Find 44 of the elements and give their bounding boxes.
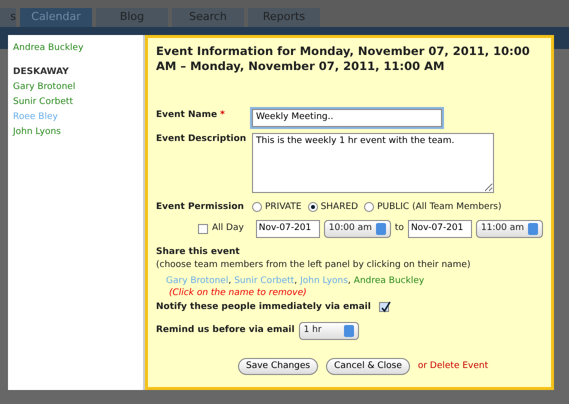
to-label: to xyxy=(394,222,404,235)
dialog-button[interactable]: Cancel & Close xyxy=(326,358,410,375)
radio-button[interactable] xyxy=(308,202,318,212)
time-select[interactable]: 11:00 am xyxy=(476,220,544,238)
radio-label: PRIVATE xyxy=(265,200,302,214)
person-link[interactable]: Roee Bley xyxy=(13,110,138,125)
separator: , xyxy=(294,276,298,286)
reminder-select[interactable]: 1 hr xyxy=(298,322,359,340)
shared-person-link[interactable]: Gary Brotonel xyxy=(166,276,228,286)
nav-tab[interactable]: Calendar xyxy=(20,8,92,27)
field-label: Event Description xyxy=(156,132,248,146)
radio-button[interactable] xyxy=(252,202,262,212)
date-input[interactable]: Nov-07-201 xyxy=(408,220,472,238)
radio-button[interactable] xyxy=(364,202,374,212)
date-input[interactable]: Nov-07-201 xyxy=(256,220,320,238)
separator: , xyxy=(228,276,232,286)
section-title: Share this event xyxy=(156,246,241,258)
dialog-title: Event Information for Monday, November 07, 2011, 10:00 AM – Monday, November 07, 2011, 11:00 AM xyxy=(156,44,531,74)
field-label: Event Permission xyxy=(156,200,245,214)
dialog-button[interactable]: Save Changes xyxy=(238,358,318,375)
group-heading: DESKAWAY xyxy=(13,66,70,79)
event-name-input[interactable]: Weekly Meeting.. xyxy=(252,109,442,126)
radio-label: PUBLIC (All Team Members) xyxy=(377,200,502,214)
required-icon: * xyxy=(220,110,225,120)
checkbox-label: All Day xyxy=(212,222,244,235)
checkbox[interactable] xyxy=(378,302,389,312)
shared-person-link[interactable]: Sunir Corbett xyxy=(234,276,294,286)
shared-person-link[interactable]: Andrea Buckley xyxy=(354,276,424,286)
person-link[interactable]: Andrea Buckley xyxy=(13,41,138,56)
separator: , xyxy=(348,276,351,286)
radio-label: SHARED xyxy=(320,200,358,214)
checkbox-label: Notify these people immediately via email xyxy=(156,300,371,314)
checkbox[interactable] xyxy=(198,224,208,234)
field-label: Remind us before via email xyxy=(156,324,295,337)
person-link[interactable]: John Lyons xyxy=(13,125,138,140)
field-label: Event Name xyxy=(156,110,218,120)
delete-link[interactable]: or Delete Event xyxy=(418,360,488,373)
time-select[interactable]: 10:00 am xyxy=(324,220,391,238)
hint-text: (choose team members from the left panel by clicking on their name) xyxy=(156,259,472,272)
remove-hint: (Click on the name to remove) xyxy=(169,286,307,298)
person-link[interactable]: Sunir Corbett xyxy=(13,95,138,110)
event-description-input[interactable]: This is the weekly 1 hr event with the team. xyxy=(252,132,494,192)
person-link[interactable]: Gary Brotonel xyxy=(13,80,138,95)
shared-person-link[interactable]: John Lyons xyxy=(300,276,348,286)
